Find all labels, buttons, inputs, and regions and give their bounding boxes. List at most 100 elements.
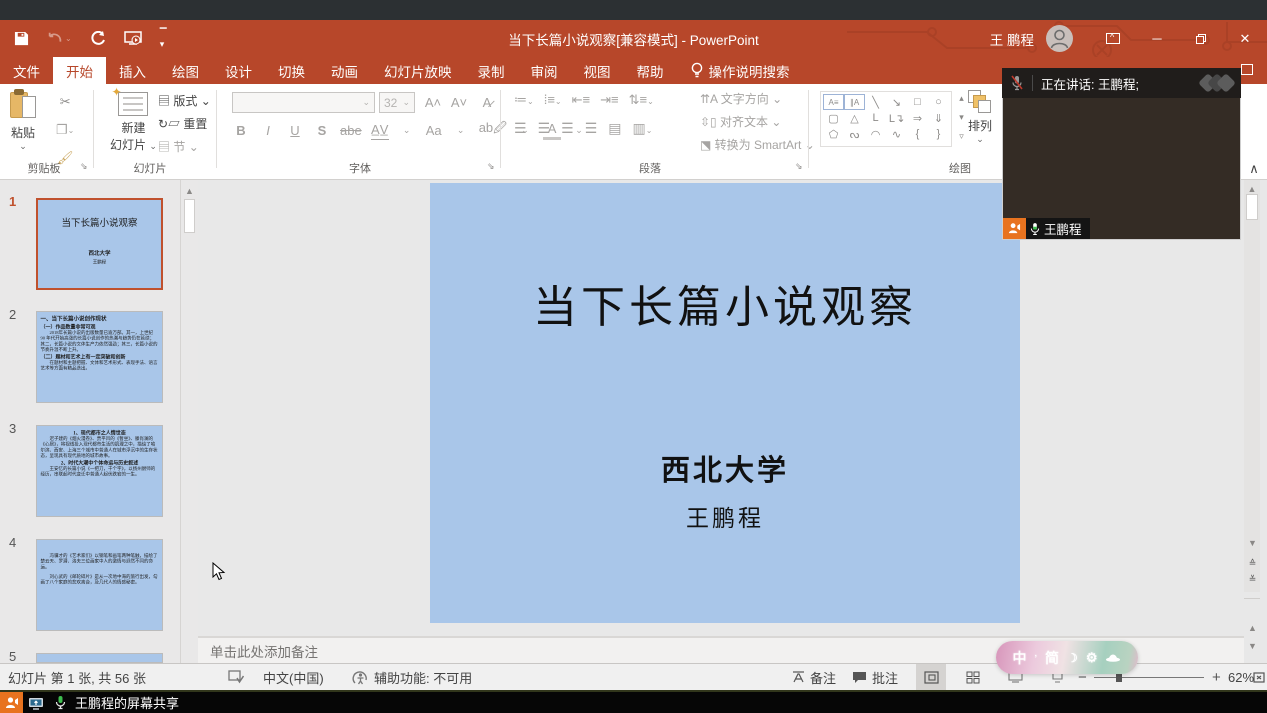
thumbnail-slide-4[interactable]: 冯骥才的《艺术家们》以钢笔和画笔两种笔触，描绘了楚云天、罗潜、洛夫三位画家中人的… [36,539,163,631]
slide-sorter-view-button[interactable] [958,664,988,690]
grow-font-icon[interactable]: A˄ [424,92,442,112]
shape-triangle-icon[interactable]: △ [844,110,865,126]
restore-button[interactable] [1179,20,1223,57]
bullets-icon[interactable]: ≔⌄ [514,92,534,108]
ribbon-corner-icon[interactable] [1241,64,1253,75]
text-direction-button[interactable]: ⇈A 文字方向 ⌄ [700,90,815,107]
account-avatar[interactable] [1046,25,1073,52]
layout-button[interactable]: ▤ 版式 ⌄ [158,92,211,109]
ime-toolbar[interactable]: 中 ʼ 简 ☽ ⚙ [996,641,1138,674]
minimize-button[interactable]: ─ [1135,20,1179,57]
shape-brace-right-icon[interactable]: } [928,126,949,142]
reset-button[interactable]: ↻▱ 重置 [158,115,211,132]
undo-icon[interactable]: ⌄ [47,32,72,46]
language-indicator[interactable]: 中文(中国) [263,664,324,690]
font-size-combobox[interactable]: 32⌄ [379,92,415,113]
shape-arc-icon[interactable]: ◠ [865,126,886,142]
ime-apostrophe-icon[interactable]: ʼ [1035,653,1038,663]
shapes-scroll-down-icon[interactable]: ▾ [954,110,969,125]
smartart-button[interactable]: ⬔ 转换为 SmartArt ⌄ [700,136,815,153]
font-name-combobox[interactable]: ⌄ [232,92,375,113]
muted-mic-icon[interactable] [1010,75,1024,91]
next-slide-icon[interactable]: ≚ [1245,572,1260,587]
slide-counter[interactable]: 幻灯片 第 1 张, 共 56 张 [8,664,146,690]
comments-toggle[interactable]: 批注 [852,664,898,690]
ime-hat-icon[interactable] [1105,652,1121,663]
shape-curve-icon[interactable]: ∿ [886,126,907,142]
align-center-icon[interactable]: ☰ [538,120,551,137]
shape-elbow-icon[interactable]: L [865,110,886,126]
numbering-icon[interactable]: ⁞≡⌄ [544,92,562,108]
tab-home[interactable]: 开始 [53,57,106,84]
shape-line-icon[interactable]: ╲ [865,94,886,110]
underline-icon[interactable]: U [286,120,304,140]
shape-oval-icon[interactable]: ○ [928,94,949,110]
close-button[interactable]: ✕ [1223,20,1267,57]
thumb-scroll-up-icon[interactable]: ▲ [182,183,197,198]
paragraph-dialog-launcher[interactable]: ⇘ [795,161,803,172]
shapes-scroll-up-icon[interactable]: ▴ [954,91,969,106]
columns-icon[interactable]: ▥⌄ [632,120,652,137]
fit-to-window-icon[interactable] [1252,664,1266,690]
font-dialog-launcher[interactable]: ⇘ [487,161,495,172]
shapes-more-icon[interactable]: ▿ [954,129,969,144]
thumbnail-slide-3[interactable]: 1、现代都市之人情世态 迟子建的《烟火漫卷》、贾平凹的《暂坐》、滕肖澜的《心居》… [36,425,163,517]
zoom-level[interactable]: 62% [1228,664,1254,690]
ime-mode-chinese[interactable]: 中 [1013,648,1027,668]
textbox-vertical-icon[interactable]: ∥A [844,94,865,110]
copy-icon[interactable]: ❐ ⌄ [56,120,74,140]
meeting-video-area[interactable]: 王鹏程 [1002,98,1241,240]
align-left-icon[interactable]: ☰ [514,120,527,137]
collapse-ribbon-icon[interactable]: ∧ [1245,161,1263,177]
spellcheck-icon[interactable] [228,664,244,690]
shape-rounded-rect-icon[interactable]: ▢ [823,110,844,126]
scroll-down-icon[interactable]: ▼ [1245,535,1260,550]
thumbnail-slide-2[interactable]: 一、当下长篇小说创作现状 （一）作品数量非常可观 2018年长篇小说的出版数量已… [36,311,163,403]
shrink-font-icon[interactable]: A˅ [450,92,468,112]
decrease-indent-icon[interactable]: ⇤≡ [572,92,590,108]
new-slide-button[interactable]: ✦ 新建 幻灯片 ⌄ [110,92,157,153]
tab-transitions[interactable]: 切换 [265,57,318,84]
notes-scroll-down-icon[interactable]: ▼ [1245,638,1260,653]
tab-view[interactable]: 视图 [571,57,624,84]
start-slideshow-icon[interactable] [124,31,142,46]
save-icon[interactable] [14,31,29,46]
scroll-track[interactable]: ▲ ▼ [1244,180,1260,592]
shape-freeform-icon[interactable]: ⬠ [823,126,844,142]
shape-scribble-icon[interactable]: ᔓ [844,126,865,142]
customize-qat-icon[interactable]: ▔▾ [160,28,167,50]
tab-record[interactable]: 录制 [465,57,518,84]
slide-organization[interactable]: 西北大学 [430,447,1020,489]
notes-toggle[interactable]: 备注 [792,664,836,690]
highlight-color-icon[interactable]: ab🖉 [479,120,507,140]
italic-icon[interactable]: I [259,120,277,140]
tab-insert[interactable]: 插入 [106,57,159,84]
tab-slideshow[interactable]: 幻灯片放映 [371,57,465,84]
clear-formatting-icon[interactable]: A̷ [478,92,496,112]
tab-animations[interactable]: 动画 [318,57,371,84]
slide-author[interactable]: 王鹏程 [430,499,1020,533]
ime-simplified[interactable]: 简 [1045,648,1059,668]
section-button[interactable]: ▤ 节 ⌄ [158,138,211,155]
slide-title[interactable]: 当下长篇小说观察 [430,271,1020,335]
tab-draw[interactable]: 绘图 [159,57,212,84]
thumbnail-slide-5[interactable] [36,653,163,663]
shadow-icon[interactable]: S [313,120,331,140]
thumbnail-slide-1[interactable]: 当下长篇小说观察 西北大学 王鹏程 [36,198,163,290]
thumbnail-scrollbar[interactable]: ▲ [181,180,198,663]
shape-elbow-arrow-icon[interactable]: L↴ [886,110,907,126]
line-spacing-icon[interactable]: ⇅≡⌄ [629,92,654,108]
bold-icon[interactable]: B [232,120,250,140]
zoom-in-icon[interactable]: + [1212,664,1221,690]
shape-arrow-right-icon[interactable]: ⇒ [907,110,928,126]
ime-moon-icon[interactable]: ☽ [1067,651,1078,665]
tell-me-search[interactable]: 操作说明搜索 [677,57,804,84]
distribute-icon[interactable]: ▤ [608,120,621,137]
tab-design[interactable]: 设计 [212,57,265,84]
tab-file[interactable]: 文件 [0,57,53,84]
paste-button[interactable]: 粘贴 ⌄ [10,90,36,152]
tab-review[interactable]: 审阅 [518,57,571,84]
arrange-button[interactable]: 排列 ⌄ [968,90,992,145]
textbox-horizontal-icon[interactable]: A≡ [823,94,844,110]
change-case-icon[interactable]: Aa [425,120,443,140]
